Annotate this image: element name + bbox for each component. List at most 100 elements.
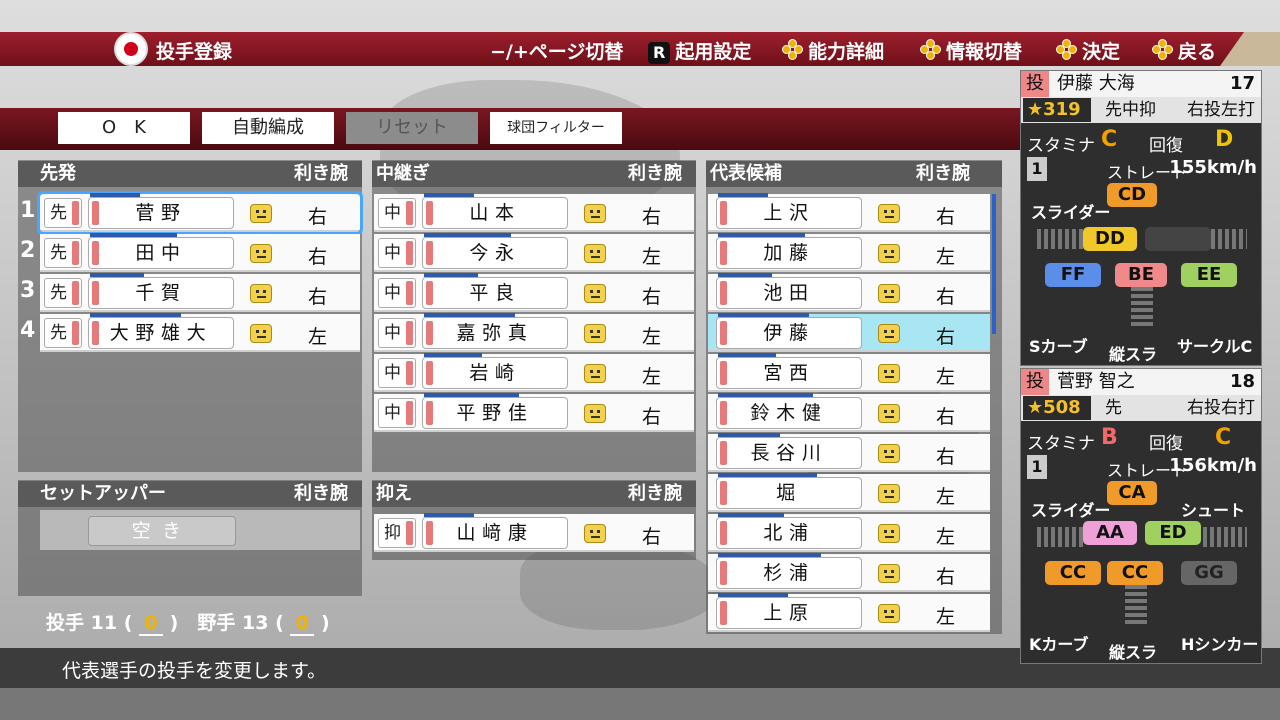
throwing-hand: 右 bbox=[642, 286, 662, 308]
player-row[interactable]: 中平野佳 右 bbox=[374, 393, 694, 432]
condition-face-icon bbox=[878, 364, 900, 383]
reset-button[interactable]: リセット bbox=[346, 112, 478, 144]
team-filter-button[interactable]: 球団フィルター bbox=[490, 112, 622, 144]
role-badge: 抑 bbox=[378, 518, 416, 548]
hint-ability-details[interactable]: 能力詳細 bbox=[782, 37, 884, 64]
player-name: 加藤 bbox=[716, 237, 862, 269]
hint-usage-settings[interactable]: R 起用設定 bbox=[648, 37, 751, 64]
player-name: 山本 bbox=[422, 197, 568, 229]
status-text: 代表選手の投手を変更します。 bbox=[62, 660, 327, 682]
player-row[interactable]: 先千賀 右 bbox=[40, 273, 360, 312]
player-row[interactable]: 杉浦 右 bbox=[708, 553, 990, 592]
footer bbox=[0, 688, 1280, 720]
overall-rating: ★319 bbox=[1023, 98, 1091, 122]
ability-bar bbox=[424, 233, 511, 237]
plus-minus-icon: −/+ bbox=[490, 41, 529, 63]
player-row[interactable]: 池田 右 bbox=[708, 273, 990, 312]
role-badge: 先 bbox=[44, 278, 82, 308]
player-row[interactable]: 鈴木健 右 bbox=[708, 393, 990, 432]
candidates-scrollbar[interactable] bbox=[992, 194, 996, 334]
player-name: 嘉弥真 bbox=[422, 317, 568, 349]
player-name: 菅野 智之 bbox=[1057, 371, 1135, 392]
player-name: 宮西 bbox=[716, 357, 862, 389]
dpad-icon bbox=[782, 39, 804, 61]
player-name: 長谷川 bbox=[716, 437, 862, 469]
pitcher-tag: 投 bbox=[1021, 71, 1049, 97]
setup-header: セットアッパー 利き腕 bbox=[18, 481, 362, 507]
condition-face-icon bbox=[250, 244, 272, 263]
ability-bar bbox=[718, 273, 772, 277]
player-row[interactable]: 宮西 左 bbox=[708, 353, 990, 392]
setup-empty-slot[interactable]: 空き bbox=[40, 510, 360, 550]
player-name: 平野佳 bbox=[422, 397, 568, 429]
player-name: 山﨑康 bbox=[422, 517, 568, 549]
ok-button[interactable]: O K bbox=[58, 112, 190, 144]
condition-face-icon bbox=[878, 324, 900, 343]
player-row[interactable]: 上原 左 bbox=[708, 593, 990, 632]
player-row[interactable]: 抑山﨑康 右 bbox=[374, 513, 694, 552]
hint-page-switch[interactable]: −/+ページ切替 bbox=[490, 37, 623, 64]
player-row[interactable]: 北浦 左 bbox=[708, 513, 990, 552]
ability-bar bbox=[718, 233, 805, 237]
ability-bar bbox=[424, 273, 478, 277]
player-row[interactable]: 先田中 右 bbox=[40, 233, 360, 272]
role-badge: 中 bbox=[378, 358, 416, 388]
condition-face-icon bbox=[878, 244, 900, 263]
role-badge: 中 bbox=[378, 198, 416, 228]
throwing-hand: 左 bbox=[642, 246, 662, 268]
condition-face-icon bbox=[878, 204, 900, 223]
dpad-icon bbox=[1056, 39, 1078, 61]
order-number: 3 bbox=[20, 278, 36, 303]
auto-formation-button[interactable]: 自動編成 bbox=[202, 112, 334, 144]
player-name: 菅野 bbox=[88, 197, 234, 229]
candidates-header: 代表候補 利き腕 bbox=[706, 161, 1002, 187]
hint-back[interactable]: 戻る bbox=[1152, 37, 1216, 64]
throwing-hand: 右 bbox=[308, 246, 328, 268]
player-row[interactable]: 中平良 右 bbox=[374, 273, 694, 312]
player-name: 伊藤 bbox=[716, 317, 862, 349]
hint-info-switch[interactable]: 情報切替 bbox=[920, 37, 1022, 64]
throwing-hand: 左 bbox=[642, 366, 662, 388]
player-row[interactable]: 中山本 右 bbox=[374, 193, 694, 232]
throwing-hand: 右 bbox=[308, 206, 328, 228]
player-row[interactable]: 上沢 右 bbox=[708, 193, 990, 232]
ability-bar bbox=[718, 473, 817, 477]
player-row[interactable]: 伊藤 右 bbox=[708, 313, 990, 352]
player-row[interactable]: 先菅野 右 bbox=[37, 191, 363, 235]
player-row[interactable]: 中嘉弥真 左 bbox=[374, 313, 694, 352]
ability-bar bbox=[718, 193, 768, 197]
hint-confirm[interactable]: 決定 bbox=[1056, 37, 1120, 64]
role-badge: 中 bbox=[378, 238, 416, 268]
condition-face-icon bbox=[584, 524, 606, 543]
starters-header: 先発 利き腕 bbox=[18, 161, 362, 187]
player-name: 堀 bbox=[716, 477, 862, 509]
player-row[interactable]: 堀左 bbox=[708, 473, 990, 512]
player-name: 千賀 bbox=[88, 277, 234, 309]
condition-face-icon bbox=[584, 244, 606, 263]
ability-bar bbox=[718, 433, 780, 437]
player-row[interactable]: 加藤 左 bbox=[708, 233, 990, 272]
condition-face-icon bbox=[584, 324, 606, 343]
player-row[interactable]: 長谷川 右 bbox=[708, 433, 990, 472]
player-row[interactable]: 中今永 左 bbox=[374, 233, 694, 272]
player-row[interactable]: 先大野雄大 左 bbox=[40, 313, 360, 352]
throwing-hand: 左 bbox=[936, 526, 956, 548]
condition-face-icon bbox=[250, 284, 272, 303]
ability-bar bbox=[718, 313, 809, 317]
condition-face-icon bbox=[878, 564, 900, 583]
throwing-hand: 左 bbox=[308, 326, 328, 348]
role-badge: 先 bbox=[44, 318, 82, 348]
pitcher-tag: 投 bbox=[1021, 369, 1049, 395]
role-badge: 中 bbox=[378, 398, 416, 428]
player-row[interactable]: 中岩崎 左 bbox=[374, 353, 694, 392]
roster-counts: 投手 11 ( 0 ) 野手 13 ( 0 ) bbox=[46, 612, 330, 636]
condition-face-icon bbox=[878, 524, 900, 543]
order-number: 4 bbox=[20, 318, 36, 343]
ability-bar bbox=[424, 353, 482, 357]
ability-bar bbox=[90, 313, 181, 317]
throwing-hand: 左 bbox=[642, 326, 662, 348]
relief-header: 中継ぎ 利き腕 bbox=[372, 161, 696, 187]
player-name: 池田 bbox=[716, 277, 862, 309]
player-name: 大野雄大 bbox=[88, 317, 234, 349]
page-title: 投手登録 bbox=[156, 41, 233, 63]
